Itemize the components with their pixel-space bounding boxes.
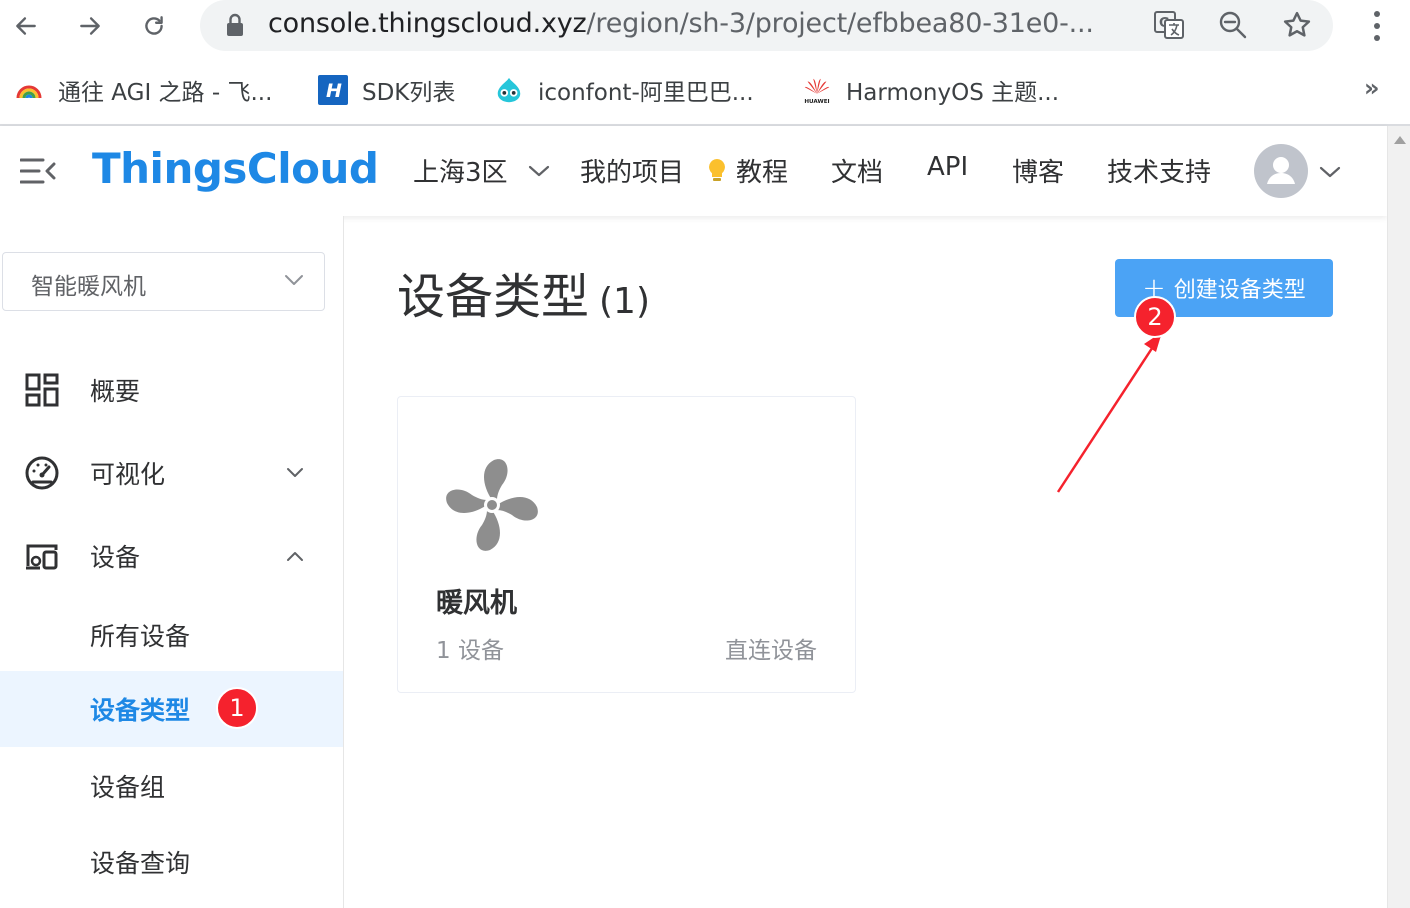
devices-icon — [26, 544, 58, 570]
browser-menu-button[interactable] — [1362, 6, 1392, 46]
huawei-logo-icon: HUAWEI — [802, 75, 832, 105]
device-type-kind: 直连设备 — [725, 638, 817, 664]
iconfont-mascot-icon — [494, 75, 524, 105]
lock-icon — [227, 13, 243, 36]
bookmark-label: SDK列表 — [362, 80, 456, 106]
dot-icon — [1374, 35, 1380, 41]
bookmark-item[interactable]: 通往 AGI 之路 - 飞... — [14, 72, 272, 108]
zoom-out-icon — [1219, 11, 1247, 39]
scroll-up-arrow-icon[interactable] — [1394, 136, 1406, 144]
sidebar-subitem-all-devices[interactable]: 所有设备 — [0, 597, 343, 673]
sidebar-subitem-device-types[interactable]: 设备类型 1 — [0, 671, 343, 747]
arrow-left-icon — [16, 17, 36, 35]
annotation-badge-1: 1 — [216, 687, 258, 729]
dashboard-grid-icon — [25, 373, 59, 407]
sidebar-item-devices[interactable]: 设备 — [0, 518, 343, 594]
nav-my-projects[interactable]: 我的项目 — [580, 152, 684, 189]
gauge-icon — [25, 456, 59, 490]
huawei-logo-text: HUAWEI — [804, 99, 829, 105]
sidebar-item-label: 所有设备 — [90, 622, 191, 651]
arrow-right-icon — [80, 17, 100, 35]
lightbulb-icon — [709, 158, 725, 181]
user-menu-chevron-icon[interactable] — [1318, 164, 1342, 180]
collapse-menu-icon[interactable] — [20, 158, 56, 184]
dot-icon — [1374, 23, 1380, 29]
bookmark-label: HarmonyOS 主题... — [846, 80, 1060, 106]
nav-blog[interactable]: 博客 — [1012, 152, 1064, 189]
page-title-text: 设备类型 — [397, 269, 590, 325]
browser-toolbar: console.thingscloud.xyz/region/sh-3/proj… — [0, 0, 1410, 58]
bookmark-label: 通往 AGI 之路 - 飞... — [58, 80, 273, 106]
device-type-name: 暖风机 — [436, 588, 517, 619]
zoom-button[interactable] — [1216, 8, 1250, 42]
reload-icon — [145, 16, 163, 35]
create-button-label: 创建设备类型 — [1173, 278, 1306, 303]
bookmarks-bar: 通往 AGI 之路 - 飞... H SDK列表 iconfont-阿里巴巴..… — [0, 64, 1410, 116]
page-scrollbar[interactable] — [1387, 126, 1410, 908]
project-select[interactable]: 智能暖风机 — [2, 252, 325, 311]
url-path: /region/sh-3/project/efbbea80-31e0-... — [586, 8, 1094, 39]
bookmark-star-button[interactable] — [1280, 8, 1314, 42]
h-logo-icon: H — [318, 75, 348, 105]
bookmark-item[interactable]: HUAWEI HarmonyOS 主题... — [802, 72, 1059, 108]
fan-icon — [446, 459, 538, 551]
app-logo[interactable]: ThingsCloud — [92, 144, 379, 193]
sidebar-subitem-device-query[interactable]: 设备查询 — [0, 824, 343, 900]
chevron-up-icon — [287, 552, 303, 561]
device-type-count: 1 设备 — [436, 638, 504, 664]
chevron-down-icon — [285, 275, 303, 285]
user-avatar[interactable] — [1254, 144, 1308, 198]
translate-button[interactable]: G — [1152, 8, 1186, 42]
nav-docs[interactable]: 文档 — [831, 152, 883, 189]
nav-support[interactable]: 技术支持 — [1107, 152, 1211, 189]
star-icon — [1283, 11, 1311, 37]
back-button[interactable] — [6, 6, 46, 46]
page-title: 设备类型 (1) — [397, 257, 650, 327]
sidebar-item-overview[interactable]: 概要 — [0, 352, 343, 428]
url-text[interactable]: console.thingscloud.xyz/region/sh-3/proj… — [268, 5, 1094, 43]
dot-icon — [1374, 11, 1380, 17]
sidebar-item-label: 概要 — [90, 377, 141, 406]
bookmarks-overflow-button[interactable]: » — [1364, 74, 1380, 102]
bookmark-label: iconfont-阿里巴巴... — [538, 80, 754, 106]
forward-button[interactable] — [70, 6, 110, 46]
user-icon — [1267, 157, 1295, 184]
nav-api[interactable]: API — [927, 152, 968, 182]
project-select-value: 智能暖风机 — [31, 274, 146, 300]
app-header: ThingsCloud 上海3区 我的项目 教程 文档 API 博客 技术支持 — [0, 126, 1387, 216]
sidebar-item-label: 设备类型 — [90, 696, 191, 725]
sidebar: 智能暖风机 概要 可视化 设备 所有设备 设备类型 1 设备组 设备查询 — [0, 216, 344, 908]
nav-tutorial-label: 教程 — [736, 158, 789, 188]
device-type-card[interactable]: 暖风机 1 设备 直连设备 — [397, 396, 856, 693]
sidebar-item-label: 设备 — [90, 543, 141, 572]
chevron-down-icon — [287, 468, 303, 477]
rainbow-icon — [14, 75, 44, 105]
sidebar-item-label: 设备组 — [90, 773, 166, 802]
svg-text:H: H — [326, 80, 342, 102]
chevron-down-icon — [528, 165, 549, 176]
annotation-badge-2: 2 — [1134, 296, 1176, 338]
sidebar-item-label: 可视化 — [90, 460, 166, 489]
translate-icon: G — [1154, 11, 1184, 39]
sidebar-item-visualization[interactable]: 可视化 — [0, 435, 343, 511]
sidebar-item-label: 设备查询 — [90, 849, 191, 878]
reload-button[interactable] — [134, 6, 174, 46]
sidebar-subitem-device-groups[interactable]: 设备组 — [0, 748, 343, 824]
url-host: console.thingscloud.xyz — [268, 8, 587, 39]
region-label: 上海3区 — [413, 158, 508, 188]
region-selector[interactable]: 上海3区 — [413, 152, 552, 189]
page-title-count: (1) — [599, 281, 651, 322]
nav-tutorial[interactable]: 教程 — [706, 152, 788, 189]
bookmark-item[interactable]: iconfont-阿里巴巴... — [494, 72, 754, 108]
bookmark-item[interactable]: H SDK列表 — [318, 72, 455, 108]
